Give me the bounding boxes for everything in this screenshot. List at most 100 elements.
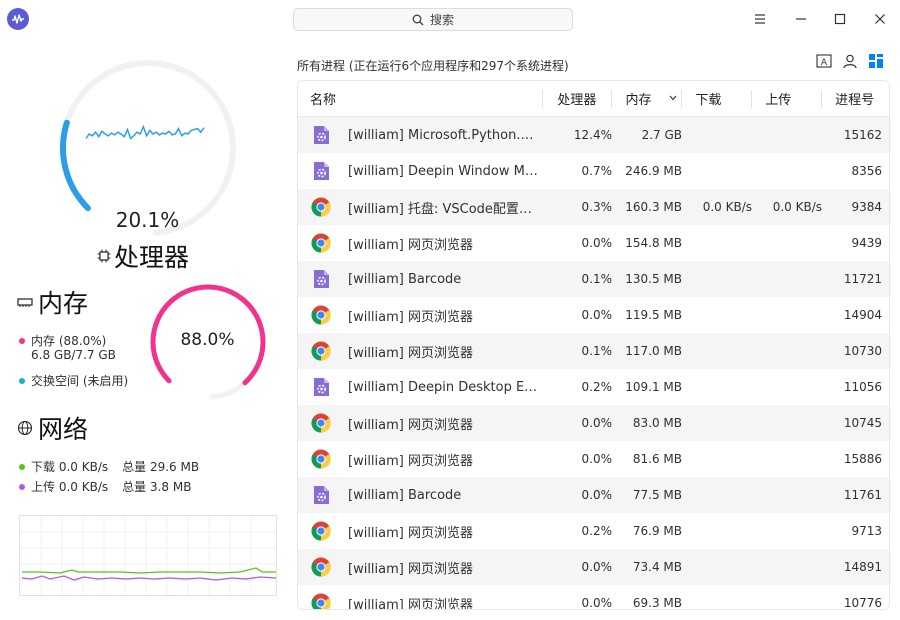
chrome-icon xyxy=(298,593,344,609)
close-icon xyxy=(875,14,885,24)
table-row[interactable]: [william] Barcode 0.0% 77.5 MB 11761 xyxy=(298,477,889,513)
network-chart-svg xyxy=(20,516,277,595)
search-icon xyxy=(412,14,424,25)
minimize-button[interactable] xyxy=(786,5,816,33)
process-memory: 77.5 MB xyxy=(632,488,682,502)
download-total: 总量 29.6 MB xyxy=(122,460,200,474)
process-pid: 9439 xyxy=(851,236,882,250)
process-memory: 73.4 MB xyxy=(632,560,682,574)
table-row[interactable]: [william] 网页浏览器 0.0% 154.8 MB 9439 xyxy=(298,225,889,261)
process-download: 0.0 KB/s xyxy=(702,200,752,214)
process-pid: 11721 xyxy=(843,272,882,286)
memory-percent: 88.0% xyxy=(180,330,235,350)
process-pid: 15886 xyxy=(843,452,882,466)
grid-view-icon xyxy=(869,54,883,68)
maximize-button[interactable] xyxy=(825,5,855,33)
header-name[interactable]: 名称 xyxy=(298,81,542,117)
download-legend: 下载 0.0 KB/s 总量 29.6 MB xyxy=(19,458,199,475)
header-pid[interactable]: 进程号 xyxy=(821,81,889,117)
process-pid: 10776 xyxy=(843,596,882,610)
app-view-button[interactable]: A xyxy=(813,51,835,71)
table-row[interactable]: [william] Deepin Window M… 0.7% 246.9 MB 83… xyxy=(298,153,889,189)
process-name: [william] Barcode xyxy=(348,271,462,287)
user-view-button[interactable] xyxy=(839,51,861,71)
chrome-icon xyxy=(298,413,344,433)
cpu-percent: 20.1% xyxy=(115,208,180,232)
process-memory: 119.5 MB xyxy=(625,308,682,322)
process-memory: 81.6 MB xyxy=(632,452,682,466)
process-memory: 154.8 MB xyxy=(625,236,682,250)
title-bar: 搜索 xyxy=(0,0,900,40)
chrome-icon xyxy=(298,233,344,253)
header-cpu[interactable]: 处理器 xyxy=(541,81,612,117)
process-pid: 9384 xyxy=(851,200,882,214)
table-row[interactable]: [william] 网页浏览器 0.0% 69.3 MB 10776 xyxy=(298,585,889,610)
process-cpu: 0.0% xyxy=(581,236,613,250)
deepin-app-icon xyxy=(298,377,344,397)
cpu-title: 处理器 xyxy=(96,238,189,274)
table-row[interactable]: [william] 网页浏览器 0.0% 73.4 MB 14891 xyxy=(298,549,889,585)
chrome-icon xyxy=(298,557,344,577)
network-title: 网络 xyxy=(17,410,88,446)
process-pid: 14904 xyxy=(843,308,882,322)
process-pid: 14891 xyxy=(843,560,882,574)
process-name: [william] 网页浏览器 xyxy=(348,525,473,541)
cpu-title-label: 处理器 xyxy=(114,243,190,272)
process-summary: 所有进程 (正在运行6个应用程序和297个系统进程) xyxy=(297,59,569,73)
process-name: [william] 托盘: VSCode配置… xyxy=(348,201,532,217)
download-dot xyxy=(19,463,25,470)
upload-total: 总量 3.8 MB xyxy=(122,480,192,494)
table-row[interactable]: [william] Barcode 0.1% 130.5 MB 11721 xyxy=(298,261,889,297)
close-button[interactable] xyxy=(865,5,895,33)
table-row[interactable]: [william] 网页浏览器 0.0% 81.6 MB 15886 xyxy=(298,441,889,477)
process-name: [william] Microsoft.Python.… xyxy=(348,127,534,143)
process-name: [william] 网页浏览器 xyxy=(348,309,473,325)
memory-dot xyxy=(19,337,25,344)
table-row[interactable]: [william] 网页浏览器 0.1% 117.0 MB 10730 xyxy=(298,333,889,369)
header-memory[interactable]: 内存 xyxy=(611,81,681,117)
table-row[interactable]: [william] 网页浏览器 0.0% 83.0 MB 10745 xyxy=(298,405,889,441)
process-cpu: 0.1% xyxy=(581,272,613,286)
memory-title: 内存 xyxy=(17,284,88,320)
table-row[interactable]: [william] 托盘: VSCode配置… 0.3% 160.3 MB 0.0 K… xyxy=(298,189,889,225)
process-cpu: 0.0% xyxy=(581,308,613,322)
network-chart xyxy=(19,515,277,596)
chrome-icon xyxy=(298,305,344,325)
process-cpu: 0.0% xyxy=(581,596,613,610)
memory-icon xyxy=(17,298,33,307)
process-cpu: 0.2% xyxy=(581,380,613,394)
process-name: [william] 网页浏览器 xyxy=(348,561,473,577)
app-list-icon: A xyxy=(816,54,832,68)
upload-line xyxy=(21,575,277,581)
deepin-app-icon xyxy=(298,485,344,505)
process-pid: 11056 xyxy=(843,380,882,394)
menu-icon xyxy=(755,14,765,24)
process-cpu: 0.0% xyxy=(581,416,613,430)
search-input[interactable]: 搜索 xyxy=(293,8,573,31)
process-pid: 10745 xyxy=(843,416,882,430)
header-upload[interactable]: 上传 xyxy=(751,81,821,117)
header-download[interactable]: 下载 xyxy=(681,81,751,117)
menu-button[interactable] xyxy=(745,5,775,33)
process-cpu: 0.2% xyxy=(581,524,613,538)
upload-legend: 上传 0.0 KB/s 总量 3.8 MB xyxy=(19,478,191,495)
process-memory: 83.0 MB xyxy=(632,416,682,430)
process-memory: 2.7 GB xyxy=(641,128,682,142)
chrome-icon xyxy=(298,341,344,361)
detail-view-button[interactable] xyxy=(865,51,887,71)
table-row[interactable]: [william] 网页浏览器 0.0% 119.5 MB 14904 xyxy=(298,297,889,333)
deepin-app-icon xyxy=(298,125,344,145)
table-row[interactable]: [william] 网页浏览器 0.2% 76.9 MB 9713 xyxy=(298,513,889,549)
network-title-label: 网络 xyxy=(38,415,89,444)
download-rate: 下载 0.0 KB/s xyxy=(31,460,109,474)
app-logo-icon[interactable] xyxy=(7,8,29,30)
table-row[interactable]: [william] Microsoft.Python.… 12.4% 2.7 GB 1… xyxy=(298,117,889,153)
upload-rate: 上传 0.0 KB/s xyxy=(31,480,109,494)
process-name: [william] 网页浏览器 xyxy=(348,237,473,253)
maximize-icon xyxy=(834,13,846,25)
process-pid: 10730 xyxy=(843,344,882,358)
memory-legend-label: 内存 (88.0%) xyxy=(31,334,107,348)
cpu-ring-fill xyxy=(60,119,91,212)
table-row[interactable]: [william] Deepin Desktop E… 0.2% 109.1 MB 1… xyxy=(298,369,889,405)
process-name: [william] Deepin Window M… xyxy=(348,163,538,179)
